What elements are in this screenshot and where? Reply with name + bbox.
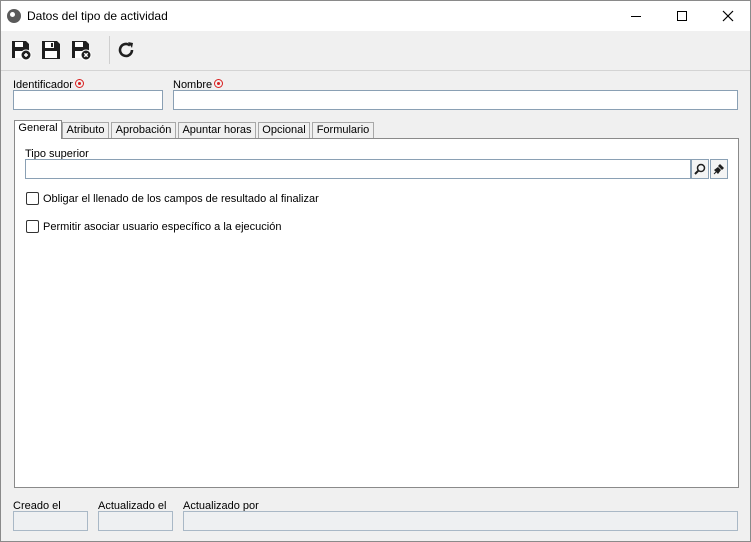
actualizado-field [98,511,173,531]
clear-button[interactable] [710,159,728,179]
toolbar [1,31,750,71]
close-button[interactable] [705,1,751,31]
save-new-button[interactable] [9,38,33,62]
tab-opcional[interactable]: Opcional [258,122,310,139]
obligar-llenado-checkbox[interactable] [26,192,39,205]
search-icon [694,163,706,175]
permitir-asociar-label: Permitir asociar usuario específico a la… [43,221,282,233]
save-icon [42,41,60,59]
tipo-superior-input[interactable] [25,159,691,179]
nombre-input[interactable] [173,90,738,110]
tab-atributo[interactable]: Atributo [62,122,109,139]
app-globe-icon [7,9,21,23]
toolbar-separator [109,36,110,64]
tab-formulario[interactable]: Formulario [312,122,374,139]
save-new-icon [12,41,32,61]
dialog-window: Datos del tipo de actividad Identificado… [0,0,751,542]
close-icon [722,10,734,22]
refresh-button[interactable] [114,38,138,62]
title-bar: Datos del tipo de actividad [1,1,750,31]
identificador-input[interactable] [13,90,163,110]
creado-field [13,511,88,531]
save-close-button[interactable] [69,38,93,62]
permitir-asociar-checkbox[interactable] [26,220,39,233]
refresh-icon [118,42,134,58]
tab-general[interactable]: General [14,120,62,139]
actualizado-por-field [183,511,738,531]
save-button[interactable] [39,38,63,62]
maximize-icon [677,11,687,21]
required-icon [74,79,84,88]
maximize-button[interactable] [659,1,705,31]
tab-panel-general: Tipo superior Obligar el llenado de los … [14,138,739,488]
search-button[interactable] [691,159,709,179]
obligar-llenado-label: Obligar el llenado de los campos de resu… [43,193,319,205]
window-title: Datos del tipo de actividad [27,9,168,23]
required-icon [214,79,224,88]
tab-apuntar-horas[interactable]: Apuntar horas [178,122,256,139]
tab-aprobacion[interactable]: Aprobación [111,122,176,139]
save-close-icon [72,41,92,61]
minimize-button[interactable] [613,1,659,31]
minimize-icon [631,15,641,17]
eraser-brush-icon [713,164,724,175]
